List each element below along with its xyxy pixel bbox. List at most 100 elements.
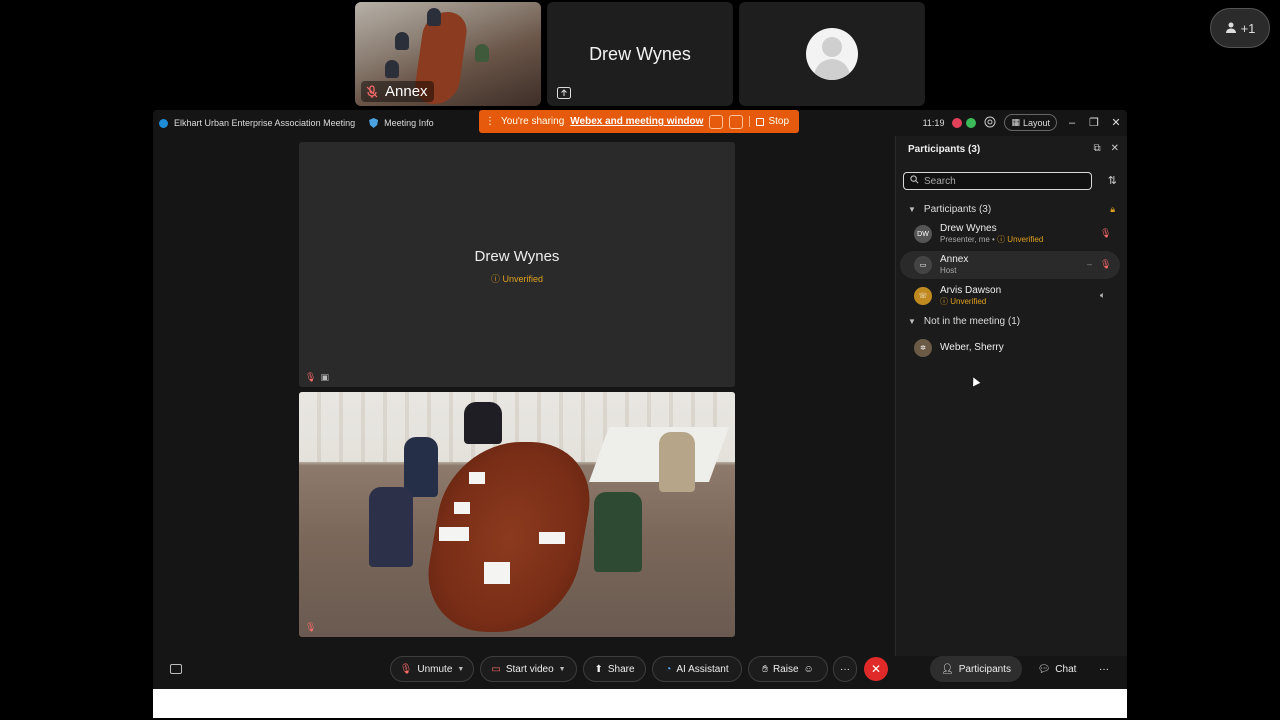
ai-assistant-button[interactable]: ◔ AI Assistant [652, 656, 742, 682]
start-video-button[interactable]: ▭ Start video ▼ [480, 656, 577, 682]
mic-muted-icon[interactable]: 🎙︎ [1100, 228, 1112, 240]
participant-name: Weber, Sherry [940, 341, 1004, 353]
stop-label: Stop [768, 116, 790, 127]
sharing-banner: ⋮ You're sharing Webex and meeting windo… [479, 110, 799, 133]
webex-logo-icon [159, 118, 168, 128]
room-person [464, 402, 502, 444]
overflow-button[interactable]: ··· [1093, 656, 1115, 682]
room-paper [484, 562, 510, 584]
stop-share-button[interactable]: Stop [749, 116, 789, 127]
avatar: DW [914, 225, 932, 243]
minimize-icon[interactable]: – [1065, 117, 1079, 129]
reactions-icon[interactable]: ☺ [804, 664, 814, 675]
close-window-icon[interactable]: ✕ [1109, 116, 1123, 129]
mic-muted-icon[interactable]: 🎙︎ [1100, 259, 1112, 271]
participant-row[interactable]: ☏ Arvis Dawson ⓘ Unverified 🔈︎ [900, 282, 1120, 310]
participant-row[interactable]: DW Drew Wynes Presenter, me • ⓘ Unverifi… [900, 220, 1120, 248]
section-not-in-meeting[interactable]: ▼ Not in the meeting (1) [908, 316, 1020, 327]
meeting-window: Elkhart Urban Enterprise Association Mee… [153, 110, 1127, 718]
meeting-info-link[interactable]: Meeting Info [384, 118, 434, 128]
mic-muted-icon: 🎙︎ [305, 622, 317, 632]
thumbnail-annex[interactable]: Annex [355, 2, 541, 106]
participants-panel: Participants (3) ⧉ ✕ Search ⇅ ▼ Particip… [895, 136, 1127, 656]
room-paper [539, 532, 565, 544]
video-off-icon: ▭ [491, 663, 501, 675]
avatar: ✲ [914, 339, 932, 357]
meeting-name: Elkhart Urban Enterprise Association Mee… [174, 118, 356, 128]
room-device-icon: ▭ [914, 256, 932, 274]
more-options-button[interactable]: ··· [833, 656, 857, 682]
share-button[interactable]: ⬆︎ Share [583, 656, 646, 682]
share-target-link[interactable]: Webex and meeting window [570, 116, 703, 127]
participants-label: Participants [958, 663, 1011, 675]
thumbnail-drew[interactable]: Drew Wynes [547, 2, 733, 106]
search-input[interactable]: Search [903, 172, 1092, 190]
lock-icon[interactable]: 🔒︎ [1110, 204, 1115, 215]
participant-row[interactable]: ▭ Annex Host – 🎙︎ [900, 251, 1120, 279]
person-icon [1225, 21, 1237, 36]
panel-title: Participants (3) [908, 144, 981, 155]
share-icon: ⬆︎ [594, 663, 603, 675]
ai-assistant-label: AI Assistant [676, 663, 729, 675]
captions-icon[interactable] [170, 664, 182, 674]
thumbnail-unknown-user[interactable] [739, 2, 925, 106]
meeting-time: 11:19 [922, 117, 945, 128]
add-participant-label: +1 [1240, 20, 1256, 36]
tile-presenter-name: Drew Wynes [474, 248, 560, 265]
hand-icon: ✋︎ [762, 663, 768, 675]
stop-icon [756, 117, 765, 126]
layout-label: Layout [1022, 117, 1050, 128]
shield-icon [369, 118, 379, 128]
room-person [475, 44, 489, 62]
section-participants[interactable]: ▼ Participants (3) [908, 204, 991, 215]
room-person [395, 32, 409, 50]
ai-assistant-icon: ◔ [665, 663, 672, 675]
leave-meeting-button[interactable]: ✕ [864, 657, 888, 681]
restore-icon[interactable]: ❐ [1087, 116, 1101, 129]
room-person [385, 60, 399, 78]
popout-icon[interactable]: ⧉ [1093, 143, 1100, 154]
search-icon [910, 175, 919, 187]
control-bar: 🎙︎ Unmute ▼ ▭ Start video ▼ ⬆︎ Share ◔ A… [153, 656, 1127, 690]
chat-icon: 💬︎ [1037, 663, 1051, 675]
chat-button[interactable]: 💬︎ Chat [1029, 656, 1085, 682]
speaker-icon[interactable]: 🔈︎ [1100, 290, 1112, 302]
share-options-icon[interactable] [709, 114, 724, 129]
section-absent-label: Not in the meeting (1) [923, 316, 1021, 327]
zoom-icon[interactable] [984, 116, 996, 130]
video-tile-room[interactable]: 🎙︎ [299, 392, 735, 637]
room-paper [454, 502, 470, 514]
room-person [659, 432, 695, 492]
phone-user-icon: ☏ [914, 287, 932, 305]
drag-handle-icon[interactable]: ⋮ [485, 116, 495, 127]
more-options-icon[interactable]: – [1087, 259, 1092, 269]
unmute-label: Unmute [417, 663, 453, 675]
room-person [369, 487, 413, 567]
absent-participant-row[interactable]: ✲ Weber, Sherry [900, 334, 1120, 362]
video-tile-presenter[interactable]: Drew Wynes ⓘ Unverified 🎙︎ ▣ [299, 142, 735, 387]
pause-share-icon[interactable] [729, 114, 744, 129]
chevron-down-icon[interactable]: ▼ [559, 666, 566, 673]
add-participant-button[interactable]: +1 [1210, 8, 1270, 48]
room-person [404, 437, 438, 497]
raise-label: Raise [772, 663, 799, 675]
screen: Annex Drew Wynes +1 Elkhart Urban Enterp… [0, 0, 1280, 720]
start-video-label: Start video [505, 663, 554, 675]
participants-icon: 👤︎ [941, 663, 954, 675]
close-panel-icon[interactable]: ✕ [1111, 143, 1119, 154]
mic-muted-icon [365, 84, 379, 99]
default-avatar-icon [806, 28, 858, 80]
chevron-down-icon[interactable]: ▼ [457, 666, 464, 673]
layout-button[interactable]: ▦ Layout [1004, 114, 1057, 131]
mic-muted-icon: 🎙︎ [305, 372, 317, 382]
room-paper [469, 472, 485, 484]
raise-hand-button[interactable]: ✋︎ Raise ☺ [748, 656, 828, 682]
layout-icon: ▦ [1011, 117, 1020, 127]
participants-button[interactable]: 👤︎ Participants [930, 656, 1022, 682]
share-screen-icon: ▣ [320, 372, 329, 382]
unmute-button[interactable]: 🎙︎ Unmute ▼ [390, 656, 474, 682]
chat-label: Chat [1055, 663, 1077, 675]
close-icon: ✕ [870, 662, 882, 676]
overflow-label: ··· [1099, 663, 1109, 675]
sort-icon[interactable]: ⇅ [1108, 174, 1117, 187]
